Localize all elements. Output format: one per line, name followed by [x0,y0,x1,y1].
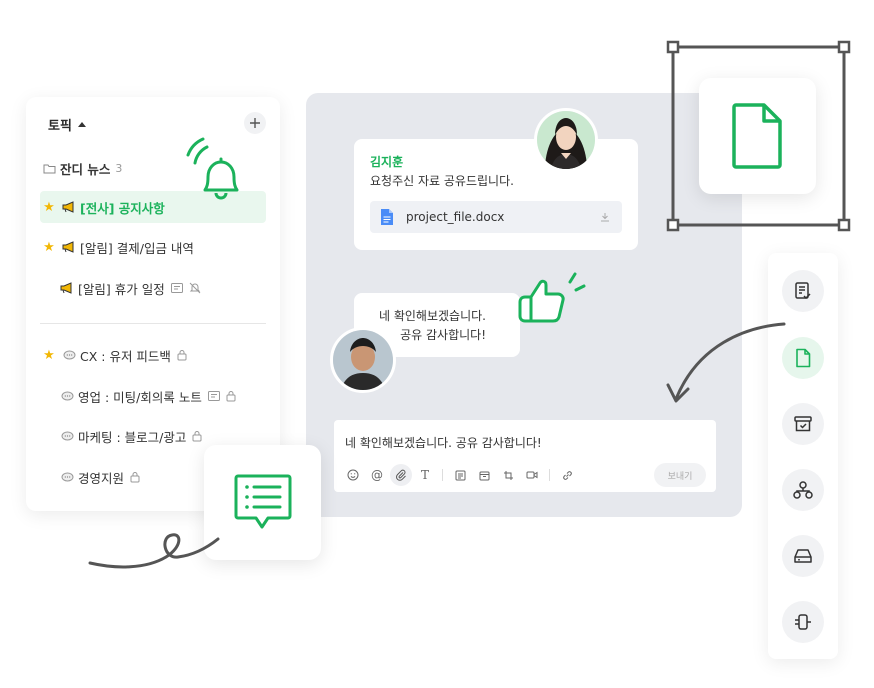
message-text: 요청주신 자료 공유드립니다. [370,174,514,188]
megaphone-icon [60,201,78,213]
mention-icon[interactable]: @ [366,464,388,486]
star-icon: ★ [43,199,55,215]
archive-check-icon [794,416,812,432]
video-icon[interactable] [521,464,543,486]
topic-divider [40,323,266,324]
topic-item-label: 마케팅 : 블로그/광고 [78,429,187,445]
avatar-female [534,108,598,172]
emoji-icon[interactable] [342,464,364,486]
lock-icon [226,390,236,402]
curved-arrow-icon [666,322,786,403]
org-chart-icon [793,481,813,499]
toolbar-divider [442,469,443,481]
document-card [699,78,816,194]
plus-icon [250,118,260,128]
bell-off-icon [189,282,201,294]
lock-icon [130,471,140,483]
sender-name: 김지훈 [370,155,404,169]
topic-item-vacation[interactable]: [알림] 휴가 일정 [40,272,266,304]
send-button[interactable]: 보내기 [654,463,706,487]
checklist-button[interactable] [782,270,824,312]
file-name: project_file.docx [406,210,505,224]
topic-item-sales[interactable]: 영업 : 미팅/회의록 노트 [40,380,266,412]
message-composer[interactable]: 네 확인해보겠습니다. 공유 감사합니다! @ T 보내기 [334,420,716,492]
download-icon[interactable] [600,212,610,222]
link-icon[interactable] [556,464,578,486]
topic-item-label: 영업 : 미팅/회의록 노트 [78,389,202,405]
composer-input[interactable]: 네 확인해보겠습니다. 공유 감사합니다! [345,434,542,451]
topic-item-label: [전사] 공지사항 [80,200,165,216]
topic-item-label: CX : 유저 피드백 [80,348,171,364]
speech-bubble-icon [58,391,76,402]
checklist-icon [795,282,811,300]
megaphone-icon [60,241,78,253]
topic-item-cx[interactable]: ★ CX : 유저 피드백 [40,339,266,371]
crop-icon[interactable] [497,464,519,486]
note-icon [170,283,183,293]
toolbar-divider [549,469,550,481]
calendar-icon[interactable] [473,464,495,486]
speech-bubble-icon [58,431,76,442]
message-list-icon [234,474,291,528]
lock-icon [177,349,187,361]
message-bubble: 김지훈 요청주신 자료 공유드립니다. project_file.docx [354,139,638,250]
topic-header-label: 토픽 [48,119,72,134]
topic-item-payment[interactable]: ★ [알림] 결제/입금 내역 [40,231,266,263]
lock-icon [192,430,202,442]
integration-icon [795,614,811,630]
bell-icon [186,137,239,200]
megaphone-icon [58,282,76,294]
document-icon [731,103,782,169]
star-icon: ★ [43,347,55,363]
note-icon [207,391,220,401]
star-icon: ★ [43,239,55,255]
squiggle-decoration [88,533,220,569]
topic-folder-count: 3 [115,161,123,175]
file-icon [796,348,811,368]
attachment-icon[interactable] [390,464,412,486]
speech-bubble-icon [58,472,76,483]
reply-line-2: 공유 감사합니다! [400,328,486,342]
topic-item-label: [알림] 휴가 일정 [78,281,165,297]
reply-line-1: 네 확인해보겠습니다. [379,309,486,323]
right-dock [768,253,838,659]
document-file-icon [381,209,393,225]
composer-toolbar: @ T [342,464,578,486]
integration-button[interactable] [782,601,824,643]
topic-folder-label: 잔디 뉴스 [60,161,111,177]
org-chart-button[interactable] [782,469,824,511]
thumbs-up-icon [518,272,586,323]
topic-item-label: 경영지원 [78,470,125,486]
drive-icon [794,549,812,563]
post-icon[interactable] [449,464,471,486]
folder-icon [40,163,58,174]
drive-button[interactable] [782,535,824,577]
topic-header[interactable]: 토픽 [48,115,86,134]
text-format-icon[interactable]: T [414,464,436,486]
add-topic-button[interactable] [244,112,266,134]
file-attachment[interactable]: project_file.docx [370,201,622,233]
topic-item-label: [알림] 결제/입금 내역 [80,240,194,256]
caret-up-icon [77,122,86,127]
speech-bubble-icon [60,350,78,361]
avatar-male [330,327,396,393]
